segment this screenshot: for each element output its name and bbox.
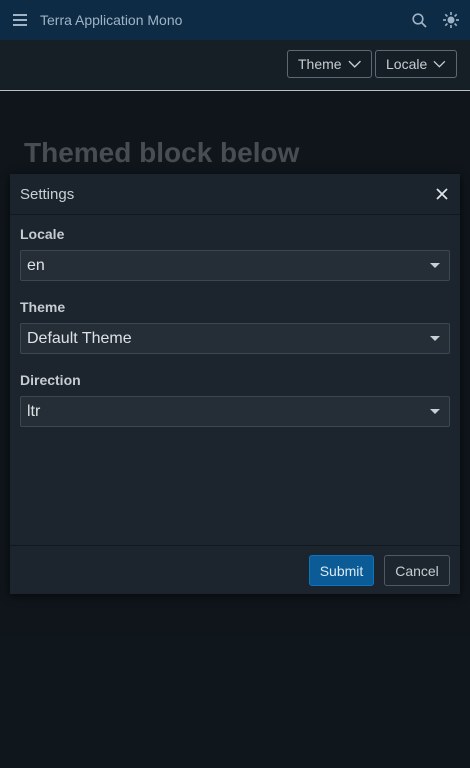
- toolbar: Theme Locale: [0, 40, 470, 91]
- locale-field: Locale en: [20, 226, 450, 281]
- app-title: Terra Application Mono: [40, 12, 183, 28]
- locale-dropdown-button[interactable]: Locale: [375, 50, 457, 78]
- locale-select[interactable]: en: [20, 250, 450, 281]
- dialog-header: Settings: [10, 174, 460, 215]
- locale-dropdown-label: Locale: [386, 56, 428, 72]
- settings-dialog: Settings Locale en Theme Default Theme D…: [10, 174, 460, 594]
- caret-down-icon: [430, 336, 440, 341]
- theme-dropdown-button[interactable]: Theme: [287, 50, 372, 78]
- submit-button[interactable]: Submit: [309, 555, 374, 586]
- chevron-down-icon: [348, 60, 361, 68]
- search-button[interactable]: [410, 11, 428, 29]
- locale-label: Locale: [20, 226, 65, 242]
- locale-value: en: [27, 256, 45, 274]
- menu-button[interactable]: [10, 10, 30, 30]
- close-icon: [436, 188, 448, 200]
- direction-select[interactable]: ltr: [20, 396, 450, 427]
- direction-value: ltr: [27, 402, 41, 420]
- theme-value: Default Theme: [27, 329, 132, 347]
- cancel-button[interactable]: Cancel: [384, 555, 450, 586]
- close-button[interactable]: [434, 186, 450, 202]
- app-header: Terra Application Mono: [0, 0, 470, 40]
- dialog-title: Settings: [20, 185, 75, 203]
- theme-label: Theme: [20, 299, 66, 315]
- caret-down-icon: [430, 263, 440, 268]
- theme-dropdown-label: Theme: [298, 56, 342, 72]
- dialog-footer: Submit Cancel: [10, 545, 460, 594]
- caret-down-icon: [430, 409, 440, 414]
- sun-icon: [443, 12, 459, 28]
- chevron-down-icon: [433, 60, 446, 68]
- hamburger-icon: [13, 14, 27, 26]
- direction-field: Direction ltr: [20, 372, 450, 427]
- theme-field: Theme Default Theme: [20, 299, 450, 354]
- direction-label: Direction: [20, 372, 81, 388]
- search-icon: [411, 12, 427, 28]
- theme-toggle-button[interactable]: [442, 11, 460, 29]
- theme-select[interactable]: Default Theme: [20, 323, 450, 354]
